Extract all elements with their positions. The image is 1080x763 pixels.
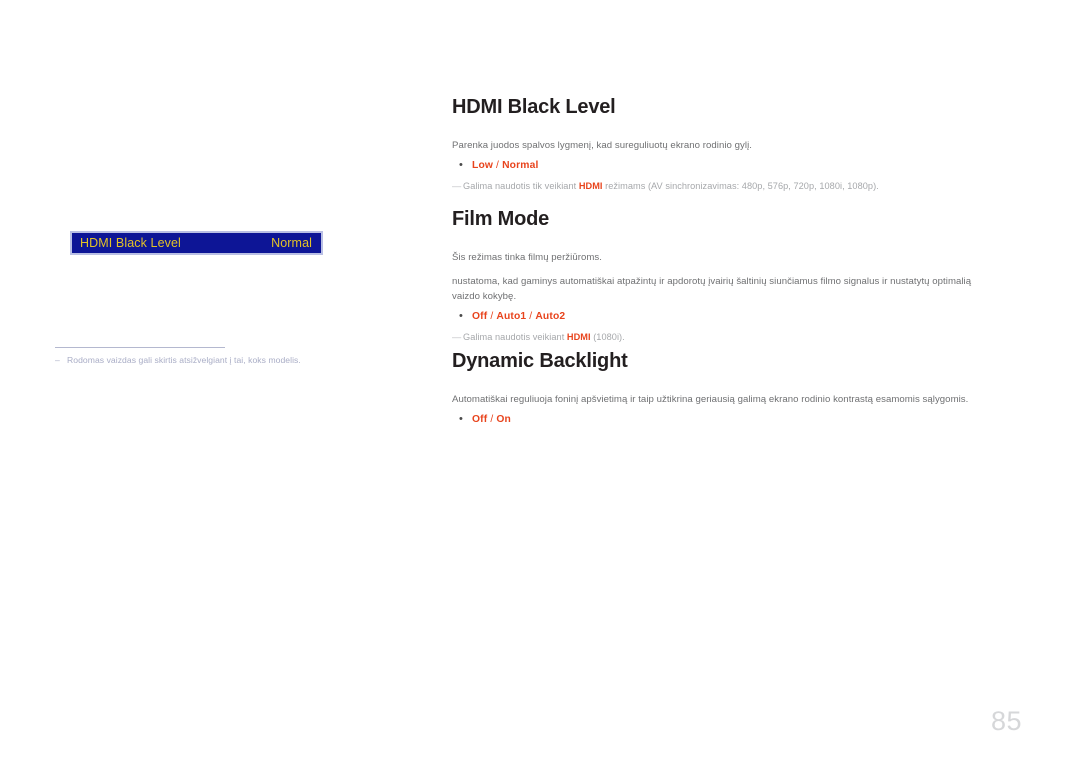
section-paragraph: Šis režimas tinka filmų peržiūroms.	[452, 252, 602, 263]
note-text: Galima naudotis tik veikiant HDMI režima…	[463, 181, 879, 191]
option-separator: /	[493, 160, 503, 171]
left-illustration-column: HDMI Black Level Normal – Rodomas vaizdas…	[0, 0, 440, 763]
section-heading: HDMI Black Level	[452, 96, 616, 118]
option-value[interactable]: Off	[472, 311, 487, 322]
option-values[interactable]: Off / On	[472, 412, 511, 427]
bullet-marker-icon: •	[459, 413, 463, 425]
note-dash-icon: —	[452, 181, 462, 191]
option-separator: /	[526, 311, 536, 322]
section-dynamic-backlight: Dynamic Backlight Automatiškai reguliuoj…	[452, 350, 1020, 427]
manual-page: HDMI Black Level Normal – Rodomas vaizdas…	[0, 0, 1080, 763]
option-value[interactable]: Off	[472, 414, 487, 425]
option-values[interactable]: Low / Normal	[472, 158, 538, 173]
bullet-marker-icon: •	[459, 310, 463, 322]
footnote-divider	[55, 347, 225, 348]
options-bullet-row: • Low / Normal	[452, 158, 1020, 173]
option-values[interactable]: Off / Auto1 / Auto2	[472, 309, 565, 324]
footnote-dash-icon: –	[55, 355, 60, 365]
note-highlight: HDMI	[578, 181, 603, 191]
option-value[interactable]: Normal	[502, 160, 538, 171]
option-value[interactable]: Low	[472, 160, 493, 171]
page-number: 85	[990, 706, 1022, 736]
section-film-mode: Film Mode Šis režimas tinka filmų peržiū…	[452, 208, 1020, 344]
options-bullet-row: • Off / Auto1 / Auto2	[452, 309, 1020, 324]
footnote-text: Rodomas vaizdas gali skirtis atsižvelgia…	[67, 355, 301, 365]
note-text: Galima naudotis veikiant HDMI (1080i).	[463, 332, 625, 342]
osd-menu-label: HDMI Black Level	[80, 235, 181, 250]
osd-menu-row-hdmi-black-level[interactable]: HDMI Black Level Normal	[70, 231, 323, 255]
option-value[interactable]: Auto2	[535, 311, 565, 322]
osd-menu-value[interactable]: Normal	[271, 237, 312, 250]
bullet-marker-icon: •	[459, 159, 463, 171]
section-note: — Galima naudotis tik veikiant HDMI reži…	[452, 179, 1020, 193]
left-footnote: – Rodomas vaizdas gali skirtis atsižvelgi…	[55, 354, 385, 367]
section-heading: Dynamic Backlight	[452, 350, 628, 372]
options-bullet-row: • Off / On	[452, 412, 1020, 427]
section-note: — Galima naudotis veikiant HDMI (1080i).	[452, 330, 1020, 344]
section-hdmi-black-level: HDMI Black Level Parenka juodos spalvos …	[452, 96, 1020, 193]
note-dash-icon: —	[452, 332, 462, 342]
option-value[interactable]: Auto1	[496, 311, 526, 322]
section-paragraph: nustatoma, kad gaminys automatiškai atpa…	[452, 276, 972, 302]
section-paragraph: Automatiškai reguliuoja foninį apšvietim…	[452, 394, 969, 405]
option-value[interactable]: On	[496, 414, 511, 425]
section-paragraph: Parenka juodos spalvos lygmenį, kad sure…	[452, 140, 752, 151]
note-highlight: HDMI	[566, 332, 591, 342]
section-heading: Film Mode	[452, 208, 550, 230]
